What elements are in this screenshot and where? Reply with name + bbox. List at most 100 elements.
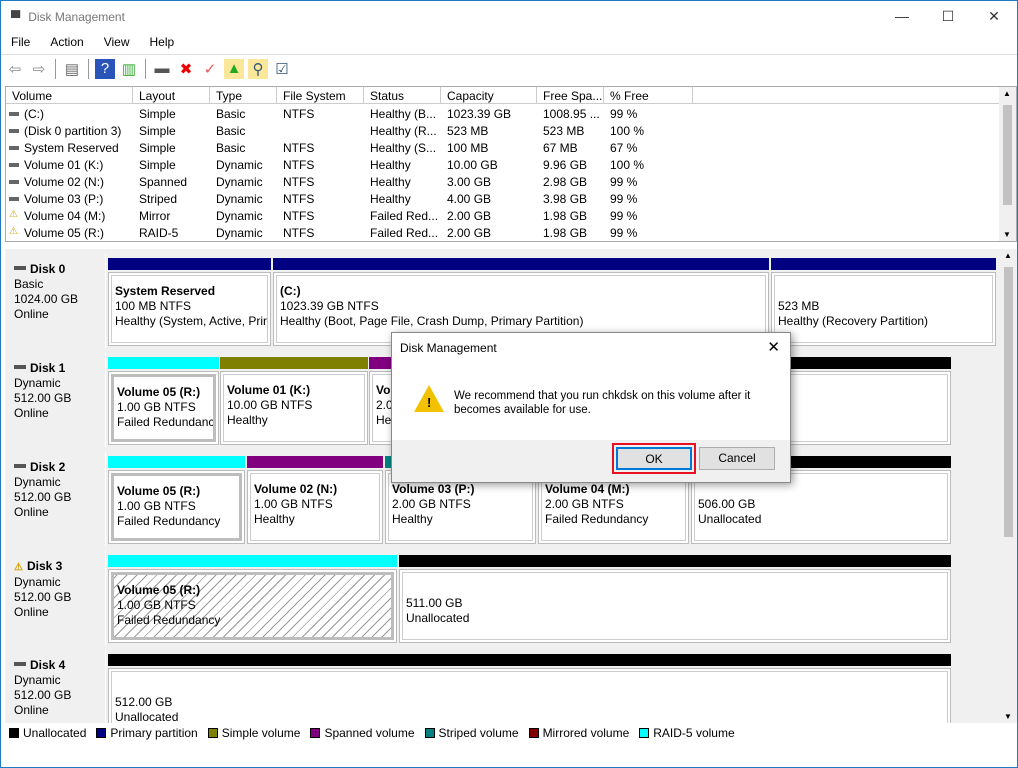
table-row[interactable]: Volume 03 (P:) Striped Dynamic NTFS Healthy 4… [6, 190, 1001, 207]
partition-title: Volume 03 (P:) [392, 482, 475, 496]
folder-up-button[interactable]: ▲ [224, 58, 244, 79]
table-cell: NTFS [283, 209, 315, 223]
table-row[interactable]: Volume 04 (M:) Mirror Dynamic NTFS Failed Re… [6, 207, 1001, 224]
delete-button[interactable]: ✖ [176, 59, 196, 79]
partition-primary[interactable]: 523 MB Healthy (Recovery Partition) [771, 258, 996, 346]
back-arrow-button[interactable]: ⇦ [5, 59, 25, 79]
disk-name-line: Disk 4 [14, 658, 99, 673]
partition-raid5[interactable]: Volume 05 (R:) 1.00 GB NTFS Failed Redunda… [108, 555, 397, 643]
legend-swatch [639, 728, 650, 738]
partition-status: Failed Redundancy [117, 514, 221, 528]
partition-size: 2.00 GB NTFS [545, 497, 624, 511]
volume-icon [9, 129, 19, 133]
table-row[interactable]: (C:) Simple Basic NTFS Healthy (B... 1023.39 … [6, 105, 1001, 122]
partition-spanned[interactable]: Volume 02 (N:) 1.00 GB NTFS Healthy [247, 456, 383, 544]
table-cell: 100 % [610, 158, 645, 172]
ok-button[interactable]: OK [616, 447, 692, 470]
connect-disk-button[interactable]: ▬ [152, 59, 172, 79]
scrollbar-thumb[interactable] [1003, 105, 1012, 205]
menu-help[interactable]: Help [140, 33, 185, 53]
disk-label[interactable]: Disk 2 Dynamic 512.00 GB Online [8, 452, 106, 546]
checklist-button[interactable]: ☑ [272, 59, 292, 79]
disk-label[interactable]: Disk 4 Dynamic 512.00 GB Online [8, 650, 106, 723]
disk-icon [14, 662, 26, 666]
partition-primary[interactable]: System Reserved 100 MB NTFS Healthy (Syste… [108, 258, 271, 346]
menu-view[interactable]: View [94, 33, 140, 53]
checklist-icon: ☑ [275, 60, 289, 78]
legend-swatch [207, 728, 218, 738]
partition-raid5[interactable]: Volume 05 (R:) 1.00 GB NTFS Failed Redunda… [108, 456, 245, 544]
maximize-button[interactable]: ☐ [925, 1, 971, 31]
table-cell: Volume 05 (R:) [24, 226, 105, 240]
legend-label: Primary partition [110, 726, 198, 740]
partition-unallocated[interactable]: 512.00 GB Unallocated [108, 654, 951, 723]
column-header-1[interactable]: Layout [133, 87, 210, 104]
partition-status: Healthy [227, 413, 268, 427]
disk-label[interactable]: Disk 0 Basic 1024.00 GB Online [8, 254, 106, 348]
close-button[interactable]: ✕ [971, 1, 1017, 31]
partition-title [778, 284, 989, 299]
partition-size: 506.00 GB [698, 497, 756, 511]
show-hide-console-tree-button[interactable]: ▤ [62, 59, 82, 79]
volume-icon [9, 197, 19, 201]
properties-check-button[interactable]: ✓ [200, 59, 220, 79]
table-cell: 1.98 GB [543, 226, 588, 240]
legend-label: Striped volume [438, 726, 519, 740]
table-cell: 67 % [610, 141, 638, 155]
column-header-7[interactable]: % Free [604, 87, 693, 104]
scroll-up-arrow[interactable]: ▲ [1003, 89, 1011, 98]
table-cell: 3.98 GB [543, 192, 588, 206]
disk-name-line: Disk 0 [14, 262, 99, 277]
table-row[interactable]: System Reserved Simple Basic NTFS Healthy (S… [6, 139, 1001, 156]
partition-status: Failed Redundancy [545, 512, 649, 526]
help-button[interactable]: ? [95, 58, 115, 79]
partition-details: Volume 01 (K:) 10.00 GB NTFS Healthy [223, 374, 365, 442]
scroll-down-arrow[interactable]: ▼ [1003, 230, 1011, 239]
dialog-close-button[interactable]: ✕ [767, 338, 780, 356]
table-row[interactable]: Volume 01 (K:) Simple Dynamic NTFS Healthy 10… [6, 156, 1001, 173]
table-cell: 523 MB [447, 124, 489, 138]
cancel-button[interactable]: Cancel [699, 447, 775, 470]
table-cell: Striped [139, 192, 178, 206]
partition-size: 511.00 GB [406, 596, 463, 610]
column-header-2[interactable]: Type [210, 87, 277, 104]
disk-graphical-view: Disk 0 Basic 1024.00 GB Online System Reserv… [5, 249, 1017, 723]
column-header-5[interactable]: Capacity [441, 87, 537, 104]
forward-arrow-button[interactable]: ⇨ [29, 59, 49, 79]
volume-list-scrollbar[interactable]: ▲ ▼ [999, 87, 1016, 241]
table-cell [277, 122, 364, 139]
table-cell: 99 % [610, 209, 638, 223]
show-hide-action-pane-button[interactable]: ▥ [119, 59, 139, 79]
partition-details: Volume 03 (P:) 2.00 GB NTFS Healthy [388, 473, 533, 541]
disk-label[interactable]: ⚠ Disk 3 Dynamic 512.00 GB Online [8, 551, 106, 645]
partition-raid5[interactable]: Volume 05 (R:) 1.00 GB NTFS Failed Redunda… [108, 357, 219, 445]
scroll-up-arrow[interactable]: ▲ [1004, 251, 1012, 260]
disk-label[interactable]: Disk 1 Dynamic 512.00 GB Online [8, 353, 106, 447]
table-row[interactable]: Volume 02 (N:) Spanned Dynamic NTFS Healthy 3… [6, 173, 1001, 190]
partition-simple[interactable]: Volume 01 (K:) 10.00 GB NTFS Healthy [220, 357, 368, 445]
disk-status: Online [14, 703, 49, 717]
column-header-6[interactable]: Free Spa... [537, 87, 604, 104]
table-cell: 10.00 GB [447, 158, 498, 172]
scroll-down-arrow[interactable]: ▼ [1004, 712, 1012, 721]
scrollbar-thumb[interactable] [1004, 267, 1013, 537]
disk-type: Dynamic [14, 575, 61, 589]
partition-status: Healthy (Recovery Partition) [778, 314, 929, 328]
disk-status: Online [14, 307, 49, 321]
table-cell: 1008.95 ... [543, 107, 600, 121]
menu-file[interactable]: File [1, 33, 40, 53]
partition-unallocated[interactable]: 511.00 GB Unallocated [399, 555, 951, 643]
column-header-0[interactable]: Volume [6, 87, 133, 104]
minimize-button[interactable]: — [879, 1, 925, 31]
table-row[interactable]: (Disk 0 partition 3) Simple Basic Healthy (… [6, 122, 1001, 139]
menu-action[interactable]: Action [40, 33, 93, 53]
disk-name: Disk 0 [30, 262, 66, 276]
graph-scrollbar[interactable]: ▲ ▼ [1000, 249, 1017, 723]
table-cell: 3.00 GB [447, 175, 492, 189]
folder-search-button[interactable]: ⚲ [248, 58, 268, 79]
partition-status: Unallocated [698, 512, 762, 526]
legend: Unallocated Primary partition Simple volum… [5, 723, 1017, 743]
table-row[interactable]: Volume 05 (R:) RAID-5 Dynamic NTFS Failed Re… [6, 224, 1001, 241]
column-header-3[interactable]: File System [277, 87, 364, 104]
column-header-4[interactable]: Status [364, 87, 441, 104]
